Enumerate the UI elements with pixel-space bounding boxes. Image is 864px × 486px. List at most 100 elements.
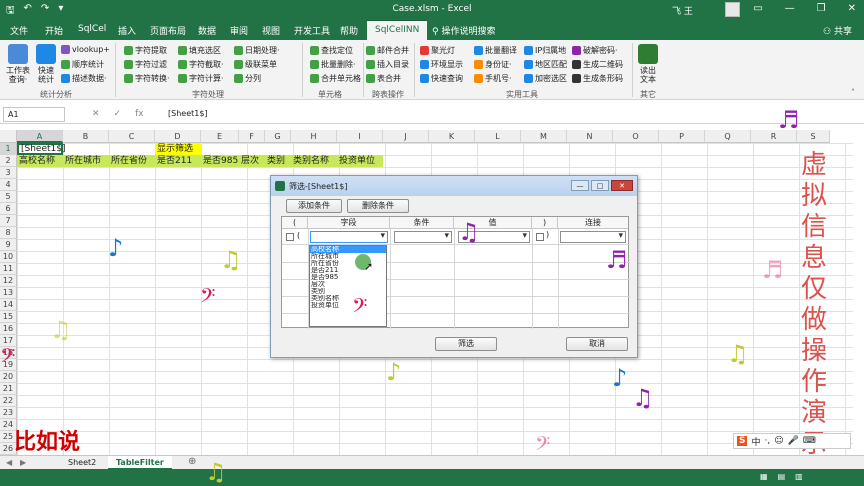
fx-icon[interactable]: fx <box>135 109 144 119</box>
column-header[interactable]: F <box>239 130 265 143</box>
delete-condition-button[interactable]: 删除条件 <box>347 199 409 213</box>
add-condition-button[interactable]: 添加条件 <box>286 199 342 213</box>
field-option[interactable]: 层次 <box>310 281 386 288</box>
ip-location-button[interactable]: IP归属地 <box>524 45 566 56</box>
dialog-minimize-icon[interactable]: — <box>571 180 589 191</box>
tab-review[interactable]: 审阅 <box>230 24 248 37</box>
extract-chars-button[interactable]: 字符提取 <box>124 45 167 56</box>
page-layout-icon[interactable]: ▤ <box>778 472 786 481</box>
encrypt-selection-button[interactable]: 加密选区 <box>524 73 567 84</box>
find-locate-button[interactable]: 查找定位 <box>310 45 353 56</box>
enter-icon[interactable]: ✓ <box>114 109 122 119</box>
condition-select[interactable] <box>394 231 452 243</box>
scroll-right-icon[interactable]: ▶ <box>20 458 26 467</box>
column-header[interactable]: P <box>659 130 705 143</box>
restore-icon[interactable]: ❐ <box>817 3 826 14</box>
column-header[interactable]: I <box>337 130 383 143</box>
close-icon[interactable]: ✕ <box>848 3 856 14</box>
vlookup-button[interactable]: vlookup+ <box>61 45 110 54</box>
column-header[interactable]: A <box>17 130 63 143</box>
tab-sqlcel[interactable]: SqlCel <box>78 24 106 34</box>
field-option[interactable]: 类别名称 <box>310 295 386 302</box>
column-header[interactable]: D <box>155 130 201 143</box>
date-process-button[interactable]: 日期处理· <box>234 45 280 56</box>
normal-view-icon[interactable]: ▦ <box>760 472 768 481</box>
row-header[interactable]: 8 <box>0 227 17 239</box>
cell-d1[interactable]: 显示筛选 <box>155 143 201 155</box>
dialog-close-icon[interactable]: ✕ <box>611 180 633 191</box>
header-cell[interactable]: 所在城市 <box>63 155 109 167</box>
row-header[interactable]: 13 <box>0 287 17 299</box>
insert-toc-button[interactable]: 插入目录 <box>366 59 409 70</box>
formula-input[interactable]: [Sheet1$] <box>168 109 208 118</box>
ime-toolbar[interactable]: S 中 ·, ☺ 🎤 ⌨ <box>733 433 851 449</box>
column-header[interactable]: S <box>797 130 830 143</box>
header-cell[interactable]: 投资单位 <box>337 155 383 167</box>
select-all-corner[interactable] <box>0 130 17 143</box>
sheet-tab-sheet2[interactable]: Sheet2 <box>60 456 104 470</box>
tab-developer[interactable]: 开发工具 <box>294 24 330 37</box>
cell-a1[interactable]: [Sheet1$] <box>17 143 66 155</box>
column-header[interactable]: E <box>201 130 239 143</box>
column-header[interactable]: Q <box>705 130 751 143</box>
region-match-button[interactable]: 地区匹配 <box>524 59 567 70</box>
row-header[interactable]: 1 <box>0 143 17 155</box>
row-header[interactable]: 7 <box>0 215 17 227</box>
field-option[interactable]: 是否211 <box>310 267 386 274</box>
read-text-button[interactable]: 读出 文本 <box>636 44 660 84</box>
row-header[interactable]: 3 <box>0 167 17 179</box>
add-sheet-icon[interactable]: ⊕ <box>188 456 196 467</box>
crack-password-button[interactable]: 破解密码· <box>572 45 618 56</box>
env-display-button[interactable]: 环境显示 <box>420 59 463 70</box>
field-option[interactable]: 高校名称 <box>310 246 386 253</box>
header-cell[interactable]: 类别 <box>265 155 291 167</box>
header-cell[interactable]: 是否985 <box>201 155 239 167</box>
filter-chars-button[interactable]: 字符过滤 <box>124 59 167 70</box>
row-header[interactable]: 22 <box>0 395 17 407</box>
batch-delete-button[interactable]: 批量删除· <box>310 59 356 70</box>
tab-page-layout[interactable]: 页面布局 <box>150 24 186 37</box>
qrcode-button[interactable]: 生成二维码 <box>572 59 623 70</box>
field-option[interactable]: 所在城市 <box>310 253 386 260</box>
row-header[interactable]: 23 <box>0 407 17 419</box>
open-paren-checkbox[interactable] <box>286 233 294 241</box>
tab-insert[interactable]: 插入 <box>118 24 136 37</box>
column-header[interactable]: K <box>429 130 475 143</box>
column-header[interactable]: J <box>383 130 429 143</box>
column-header[interactable]: O <box>613 130 659 143</box>
tab-home[interactable]: 开始 <box>45 24 63 37</box>
row-header[interactable]: 10 <box>0 251 17 263</box>
row-header[interactable]: 21 <box>0 383 17 395</box>
row-header[interactable]: 12 <box>0 275 17 287</box>
row-header[interactable]: 5 <box>0 191 17 203</box>
collapse-ribbon-icon[interactable]: ˄ <box>851 88 855 97</box>
tab-data[interactable]: 数据 <box>198 24 216 37</box>
spotlight-button[interactable]: 聚光灯 <box>420 45 455 56</box>
close-paren-checkbox[interactable] <box>536 233 544 241</box>
column-header[interactable]: N <box>567 130 613 143</box>
sequence-stats-button[interactable]: 顺序统计 <box>61 59 104 70</box>
quick-query-button[interactable]: 快速查询 <box>420 73 463 84</box>
field-dropdown-list[interactable]: 高校名称 所在城市 所在省份 是否211 是否985 层次 类别 类别名称 投资… <box>309 245 387 327</box>
page-break-icon[interactable]: ▥ <box>795 472 803 481</box>
quick-stats-button[interactable]: 快速 统计 <box>33 44 59 84</box>
split-columns-button[interactable]: 分列 <box>234 73 261 84</box>
mail-merge-button[interactable]: 邮件合并 <box>366 45 409 56</box>
tab-help[interactable]: 帮助 <box>340 24 358 37</box>
header-cell[interactable]: 所在省份 <box>109 155 155 167</box>
row-header[interactable]: 14 <box>0 299 17 311</box>
id-card-button[interactable]: 身份证· <box>474 59 512 70</box>
tab-view[interactable]: 视图 <box>262 24 280 37</box>
connect-select[interactable] <box>560 231 626 243</box>
calc-chars-button[interactable]: 字符计算· <box>178 73 224 84</box>
column-header[interactable]: G <box>265 130 291 143</box>
sheet-tab-tablefilter[interactable]: TableFilter <box>108 456 172 470</box>
scroll-left-icon[interactable]: ◀ <box>6 458 12 467</box>
row-header[interactable]: 11 <box>0 263 17 275</box>
header-cell[interactable]: 是否211 <box>155 155 201 167</box>
row-header[interactable]: 2 <box>0 155 17 167</box>
share-button[interactable]: ⚇ 共享 <box>823 24 852 37</box>
field-option[interactable]: 投资单位 <box>310 302 386 309</box>
row-header[interactable]: 15 <box>0 311 17 323</box>
minimize-icon[interactable]: — <box>785 3 795 14</box>
